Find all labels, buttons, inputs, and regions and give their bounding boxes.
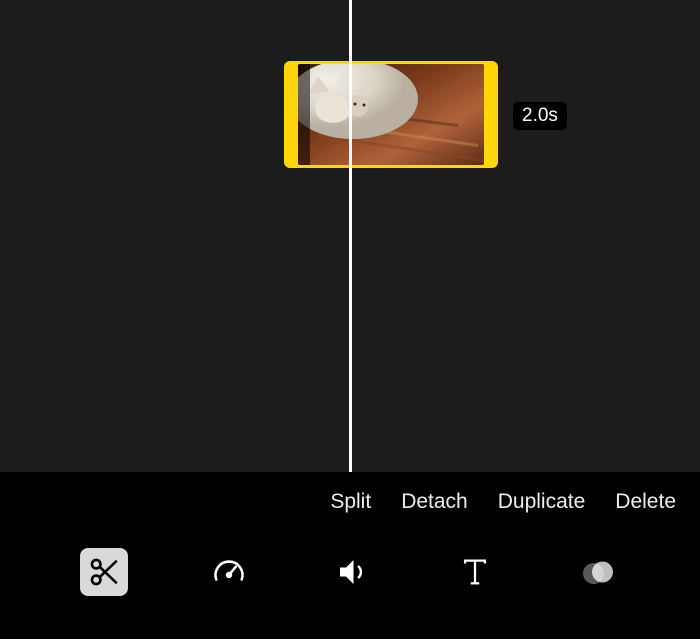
text-icon: [458, 555, 492, 589]
cut-tool[interactable]: [80, 548, 128, 596]
volume-tool[interactable]: [330, 550, 374, 594]
speaker-icon: [334, 554, 370, 590]
playhead[interactable]: [349, 0, 352, 472]
split-button[interactable]: Split: [330, 490, 371, 514]
speedometer-icon: [211, 554, 247, 590]
detach-button[interactable]: Detach: [401, 490, 468, 514]
text-tool[interactable]: [453, 550, 497, 594]
delete-button[interactable]: Delete: [615, 490, 676, 514]
duplicate-button[interactable]: Duplicate: [498, 490, 586, 514]
tool-row: [0, 548, 700, 596]
filters-tool[interactable]: [576, 550, 620, 594]
speed-tool[interactable]: [207, 550, 251, 594]
video-clip[interactable]: [284, 61, 498, 168]
overlap-circles-icon: [580, 554, 616, 590]
bottom-toolbar: Split Detach Duplicate Delete: [0, 472, 700, 639]
scissors-icon: [87, 555, 121, 589]
clip-thumbnail: [298, 64, 484, 165]
edit-action-menu: Split Detach Duplicate Delete: [0, 490, 700, 514]
timeline-area[interactable]: 2.0s: [0, 0, 700, 472]
clip-duration-badge: 2.0s: [513, 102, 567, 130]
